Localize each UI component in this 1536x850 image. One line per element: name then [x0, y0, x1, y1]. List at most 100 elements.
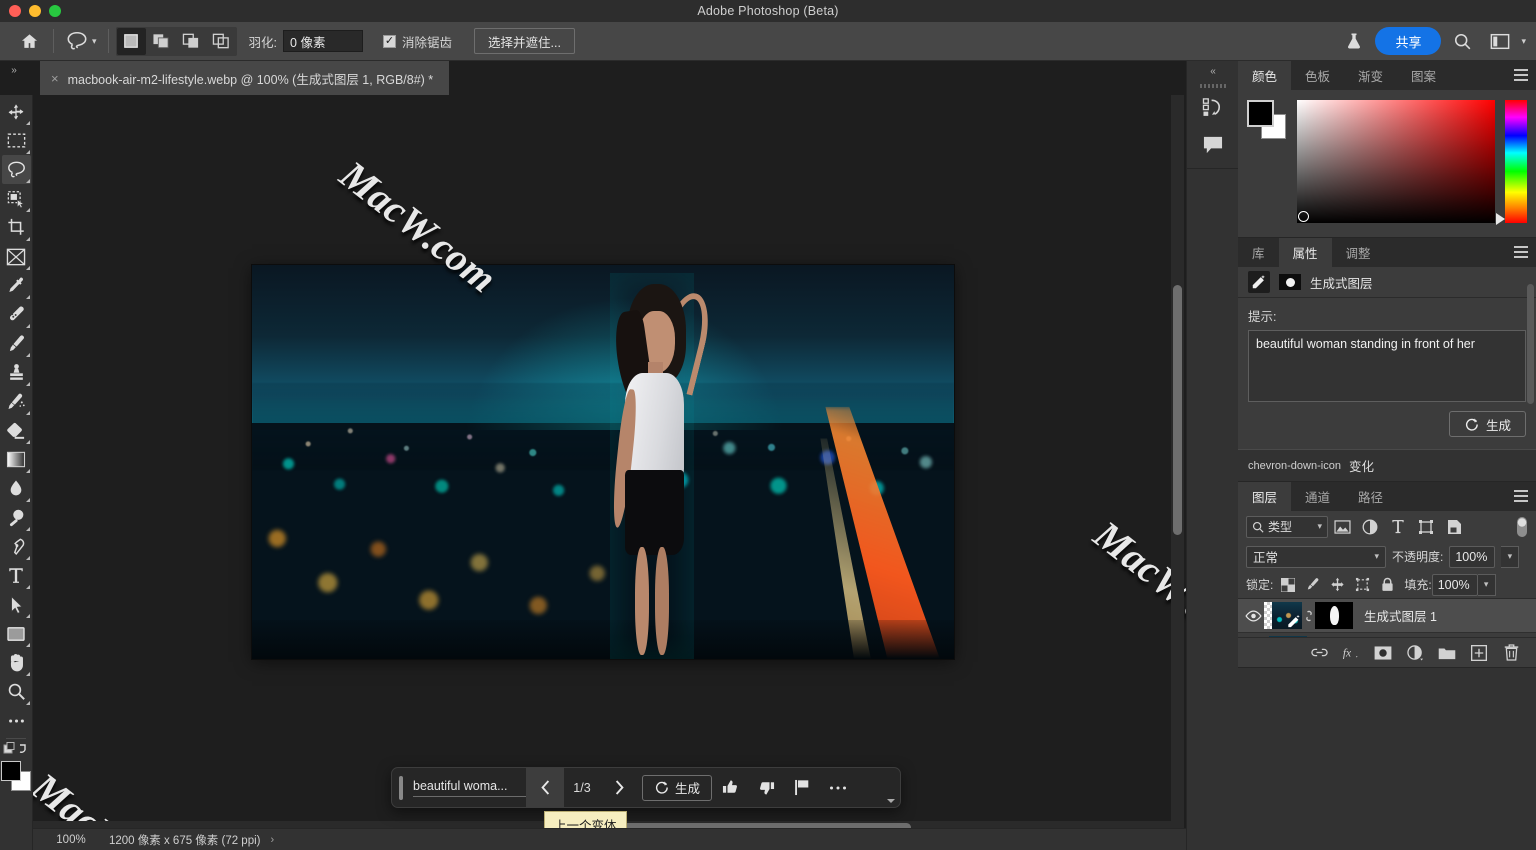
eye-icon[interactable] — [1242, 609, 1264, 622]
comments-panel-icon[interactable] — [1187, 126, 1239, 164]
zoom-tool[interactable] — [2, 677, 31, 706]
next-variation-button[interactable] — [600, 768, 638, 807]
color-swatch-pair[interactable] — [1247, 100, 1287, 140]
lasso-tool[interactable] — [1, 155, 31, 184]
add-mask-icon[interactable] — [1374, 644, 1392, 662]
layer-thumbnail[interactable] — [1264, 602, 1302, 629]
feather-input[interactable]: 0 像素 — [283, 30, 364, 52]
add-to-selection-button[interactable] — [147, 28, 176, 55]
close-icon[interactable]: × — [51, 71, 59, 86]
panel-menu-icon[interactable] — [1514, 490, 1528, 505]
smart-object-filter-icon[interactable] — [1440, 515, 1468, 539]
foreground-color-swatch[interactable] — [1247, 100, 1274, 127]
new-adjustment-icon[interactable] — [1406, 644, 1424, 662]
path-selection-tool[interactable] — [2, 590, 31, 619]
chevron-down-icon[interactable]: ▾ — [1317, 521, 1322, 532]
share-button[interactable]: 共享 — [1375, 27, 1442, 55]
tab-channels[interactable]: 通道 — [1291, 482, 1344, 511]
current-tool-preset[interactable]: ▾ — [61, 27, 101, 55]
foreground-color-swatch[interactable] — [1, 761, 21, 781]
canvas-area[interactable]: MacW.com MacW.com MacW.com beautiful wom… — [33, 95, 1186, 850]
home-icon[interactable] — [12, 24, 46, 58]
antialias-checkbox[interactable]: ✓ — [383, 34, 397, 48]
delete-layer-icon[interactable] — [1502, 644, 1520, 662]
previous-variation-button[interactable] — [526, 768, 564, 807]
properties-panel-tabs[interactable]: 库 属性 调整 — [1238, 238, 1536, 267]
thumbs-up-icon[interactable] — [712, 768, 748, 807]
hue-slider[interactable] — [1496, 100, 1527, 225]
saturation-value-field[interactable] — [1297, 100, 1495, 223]
tab-properties[interactable]: 属性 — [1278, 238, 1332, 267]
brush-tool[interactable] — [2, 329, 31, 358]
chevron-down-icon[interactable]: ▾ — [92, 36, 97, 47]
hand-tool[interactable] — [2, 648, 31, 677]
color-swatches[interactable] — [1, 761, 31, 791]
filter-enable-toggle[interactable] — [1515, 515, 1528, 539]
taskbar-prompt-field[interactable]: beautiful woma... — [413, 779, 526, 797]
drag-handle[interactable] — [399, 775, 403, 800]
selection-mode-group[interactable] — [115, 26, 237, 56]
zoom-level[interactable]: 100% — [33, 834, 109, 846]
generate-button[interactable]: 生成 — [1448, 411, 1526, 437]
layer-name[interactable]: 生成式图层 1 — [1364, 606, 1437, 625]
pixel-filter-icon[interactable] — [1328, 515, 1356, 539]
color-cursor[interactable] — [1298, 211, 1309, 222]
mask-link-icon[interactable] — [1302, 608, 1315, 624]
stamp-tool[interactable] — [2, 358, 31, 387]
history-brush-tool[interactable] — [2, 387, 31, 416]
lock-position-icon[interactable] — [1325, 573, 1350, 597]
blur-tool[interactable] — [2, 474, 31, 503]
generate-button[interactable]: 生成 — [642, 774, 713, 801]
tab-paths[interactable]: 路径 — [1344, 482, 1397, 511]
more-options-icon[interactable] — [820, 768, 856, 807]
panel-menu-icon[interactable] — [1514, 246, 1528, 261]
color-picker-body[interactable] — [1238, 90, 1536, 237]
tab-gradients[interactable]: 渐变 — [1344, 61, 1397, 90]
object-selection-tool[interactable] — [2, 184, 31, 213]
variations-section-header[interactable]: chevron-down-icon 变化 — [1238, 450, 1536, 481]
opacity-input[interactable]: 100% — [1449, 545, 1496, 568]
chevron-down-icon[interactable]: ▾ — [1374, 551, 1379, 562]
contextual-taskbar[interactable]: beautiful woma... 1/3 生成 — [391, 767, 901, 808]
shape-tool[interactable] — [2, 619, 31, 648]
document-tab[interactable]: × macbook-air-m2-lifestyle.webp @ 100% (… — [40, 61, 450, 95]
new-layer-icon[interactable] — [1470, 644, 1488, 662]
swap-colors-row[interactable] — [3, 742, 29, 756]
chevron-down-icon[interactable]: chevron-down-icon — [1248, 460, 1341, 472]
panel-menu-icon[interactable] — [1514, 69, 1528, 84]
lock-image-pixels-icon[interactable] — [1300, 573, 1325, 597]
dodge-tool[interactable] — [2, 503, 31, 532]
chevron-down-icon[interactable]: ▾ — [1521, 36, 1526, 47]
frame-tool[interactable] — [2, 242, 31, 271]
history-panel-icon[interactable] — [1187, 88, 1239, 126]
move-tool[interactable] — [2, 97, 31, 126]
fill-input[interactable]: 100% — [1431, 573, 1478, 596]
more-tools-icon[interactable] — [2, 706, 31, 735]
color-panel-tabs[interactable]: 颜色 色板 渐变 图案 — [1238, 61, 1536, 90]
tab-adjustments[interactable]: 调整 — [1332, 238, 1385, 267]
shape-filter-icon[interactable] — [1412, 515, 1440, 539]
search-icon[interactable] — [1445, 24, 1479, 58]
lock-transparent-pixels-icon[interactable] — [1275, 573, 1300, 597]
subtract-from-selection-button[interactable] — [177, 28, 206, 55]
crop-tool[interactable] — [2, 213, 31, 242]
fx-icon[interactable]: fx — [1342, 644, 1360, 662]
prompt-input[interactable]: beautiful woman standing in front of her — [1248, 330, 1526, 402]
layer-mask-thumbnail[interactable] — [1315, 602, 1353, 629]
hue-slider-marker[interactable] — [1496, 213, 1505, 225]
layer-filter-type-select[interactable]: 类型 ▾ — [1246, 515, 1328, 538]
opacity-stepper[interactable]: ▾ — [1501, 545, 1520, 568]
properties-scrollbar[interactable] — [1527, 284, 1534, 404]
link-layers-icon[interactable] — [1310, 644, 1328, 662]
rectangular-marquee-tool[interactable] — [2, 126, 31, 155]
tab-swatches[interactable]: 色板 — [1291, 61, 1344, 90]
blend-mode-select[interactable]: 正常 ▾ — [1246, 545, 1386, 568]
pen-tool[interactable] — [2, 532, 31, 561]
lock-artboard-icon[interactable] — [1350, 573, 1375, 597]
eraser-tool[interactable] — [2, 416, 31, 445]
vertical-scrollbar-thumb[interactable] — [1173, 285, 1182, 535]
intersect-selection-button[interactable] — [207, 28, 236, 55]
eyedropper-tool[interactable] — [2, 271, 31, 300]
new-group-icon[interactable] — [1438, 644, 1456, 662]
table-row[interactable]: 生成式图层 1 — [1238, 599, 1536, 633]
